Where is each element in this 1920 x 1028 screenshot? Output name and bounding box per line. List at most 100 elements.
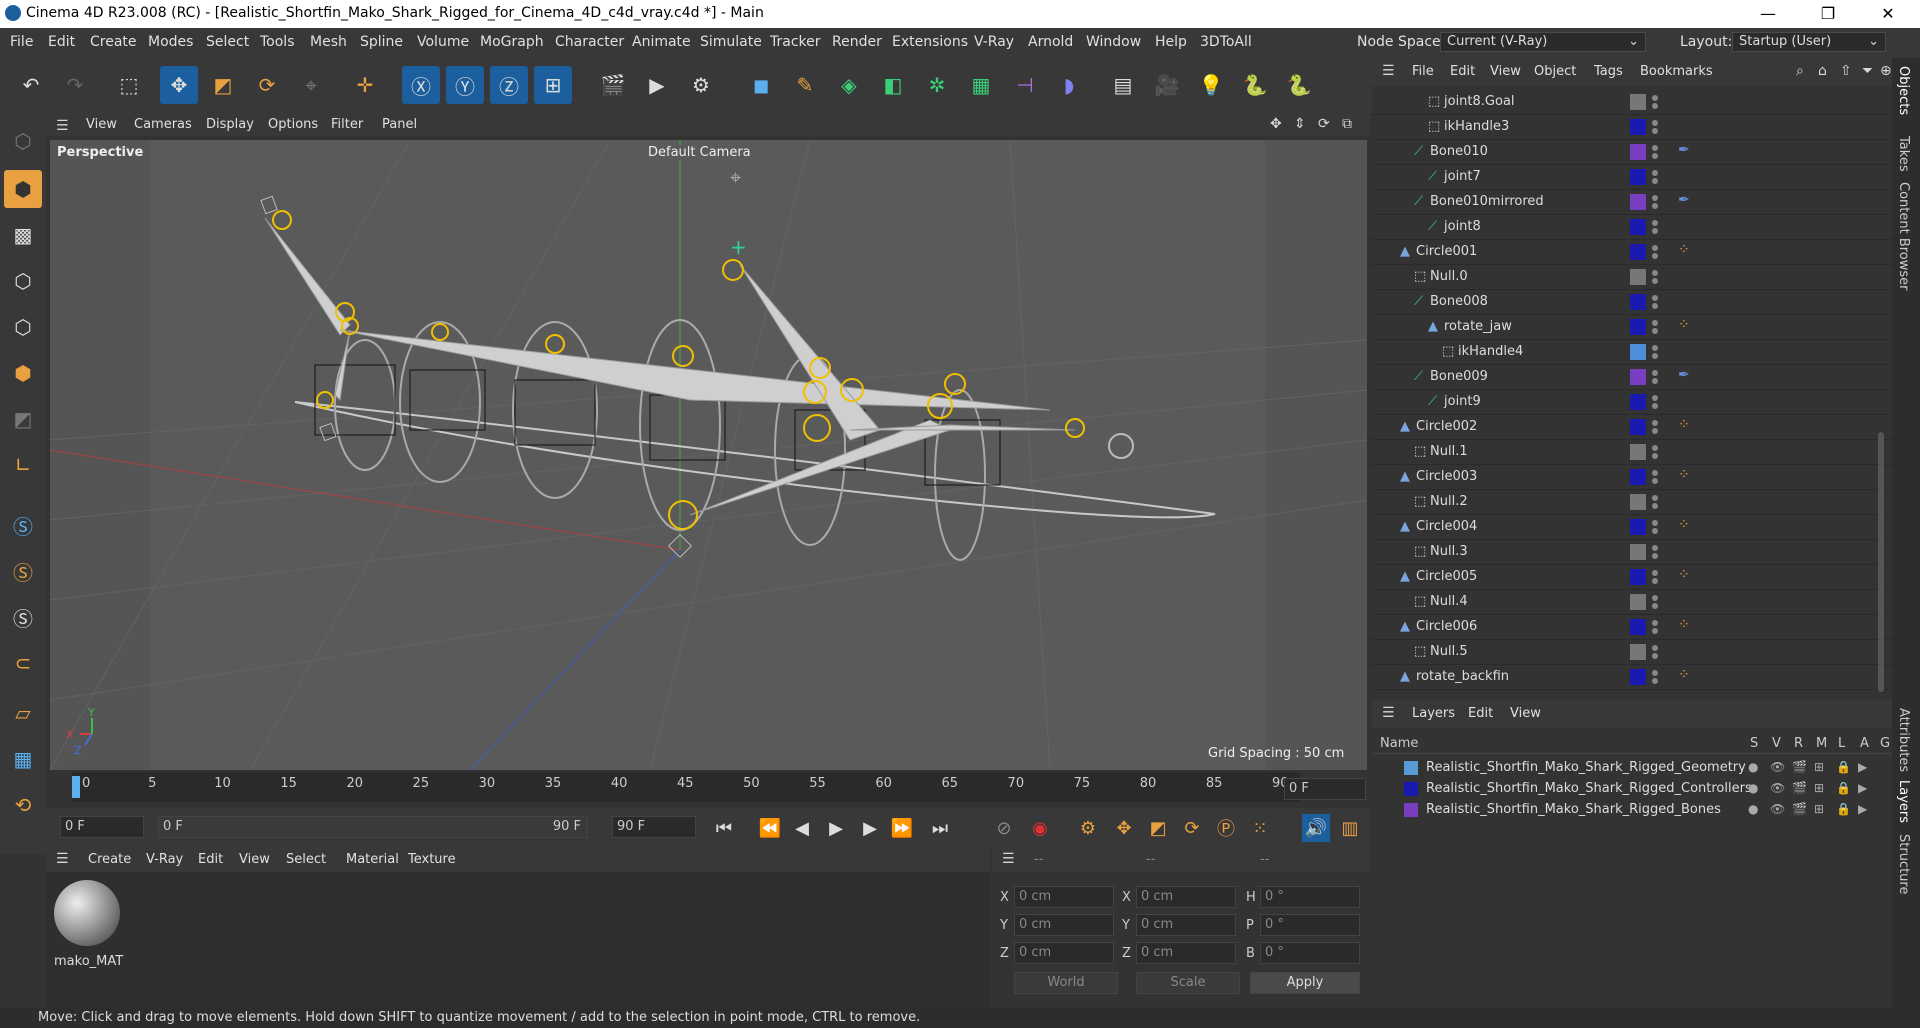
object-row[interactable]: ▲ Circle004 ⁘ [1372, 515, 1892, 540]
coordinate-system-icon[interactable]: ⊞ [534, 66, 572, 104]
object-row[interactable]: ⟋ Bone009 ✒ [1372, 365, 1892, 390]
size-y-field[interactable]: 0 cm [1136, 914, 1236, 936]
layer-render-icon[interactable]: 🎬 [1792, 760, 1807, 774]
pos-y-field[interactable]: 0 cm [1014, 914, 1114, 936]
object-row[interactable]: ⟋ Bone010mirrored ✒ [1372, 190, 1892, 215]
viewport-menu-panel[interactable]: Panel [382, 117, 417, 132]
object-row[interactable]: ⬚ ikHandle3 [1372, 115, 1892, 140]
minimize-button[interactable]: — [1745, 2, 1791, 26]
visibility-dots[interactable] [1652, 619, 1658, 635]
object-row[interactable]: ⬚ Null.5 [1372, 640, 1892, 665]
menu-simulate[interactable]: Simulate [700, 34, 762, 50]
mat-menu-select[interactable]: Select [286, 852, 326, 867]
visibility-dots[interactable] [1652, 644, 1658, 660]
key-selection-icon[interactable]: ⚙ [1074, 814, 1102, 842]
recent-tool-icon[interactable]: ⌖ [292, 66, 330, 104]
object-row[interactable]: ▲ Circle006 ⁘ [1372, 615, 1892, 640]
visibility-dots[interactable] [1652, 144, 1658, 160]
redo-icon[interactable]: ↷ [56, 66, 94, 104]
material-name[interactable]: mako_MAT [54, 954, 123, 969]
visibility-dots[interactable] [1652, 594, 1658, 610]
close-button[interactable]: ✕ [1865, 2, 1911, 26]
object-name[interactable]: rotate_backfin [1416, 669, 1509, 684]
object-row[interactable]: ⬚ Null.1 [1372, 440, 1892, 465]
menu-edit[interactable]: Edit [48, 34, 75, 50]
object-row[interactable]: ⬚ Null.4 [1372, 590, 1892, 615]
points-mode-icon[interactable]: ⬡ [4, 262, 42, 300]
object-tag-icon[interactable]: ⁘ [1678, 567, 1690, 583]
transform-tool-icon[interactable]: ✛ [346, 66, 384, 104]
menu-3dtoall[interactable]: 3DToAll [1200, 34, 1252, 50]
object-tag-icon[interactable]: ⁘ [1678, 242, 1690, 258]
object-name[interactable]: joint8 [1444, 219, 1481, 234]
floor-icon[interactable]: ▤ [1104, 66, 1142, 104]
tab-layers[interactable]: Layers [1896, 780, 1911, 823]
grid-lock-icon[interactable]: ▦ [4, 740, 42, 778]
visibility-dots[interactable] [1652, 469, 1658, 485]
size-z-field[interactable]: 0 cm [1136, 942, 1236, 964]
soft-selection-icon[interactable]: Ⓢ [4, 552, 42, 590]
layer-color-swatch[interactable] [1630, 319, 1646, 335]
extrude-icon[interactable]: ◧ [874, 66, 912, 104]
apply-button[interactable]: Apply [1250, 972, 1360, 994]
object-name[interactable]: joint8.Goal [1444, 94, 1515, 109]
layer-row[interactable]: Realistic_Shortfin_Mako_Shark_Rigged_Bon… [1372, 800, 1892, 821]
object-tag-icon[interactable]: ⁘ [1678, 517, 1690, 533]
object-tag-icon[interactable]: ✒ [1678, 192, 1690, 208]
layer-color-swatch[interactable] [1630, 644, 1646, 660]
layer-manager-icon[interactable]: ⊞ [1814, 760, 1824, 774]
layer-name[interactable]: Realistic_Shortfin_Mako_Shark_Rigged_Con… [1426, 781, 1752, 796]
object-name[interactable]: ikHandle4 [1458, 344, 1523, 359]
layer-color-swatch[interactable] [1630, 269, 1646, 285]
layer-menu-edit[interactable]: Edit [1468, 706, 1493, 721]
layer-col-render[interactable]: R [1794, 736, 1803, 751]
key-position-icon[interactable]: ✥ [1110, 814, 1138, 842]
layer-color-swatch[interactable] [1630, 194, 1646, 210]
layer-color-swatch[interactable] [1404, 803, 1418, 817]
object-tag-icon[interactable]: ⁘ [1678, 667, 1690, 683]
menu-tools[interactable]: Tools [260, 34, 295, 50]
menu-modes[interactable]: Modes [148, 34, 193, 50]
menu-select[interactable]: Select [206, 34, 249, 50]
visibility-dots[interactable] [1652, 319, 1658, 335]
layer-color-swatch[interactable] [1630, 594, 1646, 610]
mat-menu-vray[interactable]: V-Ray [146, 852, 183, 867]
zoom-view-icon[interactable]: ⇕ [1294, 116, 1306, 132]
array-icon[interactable]: ▦ [962, 66, 1000, 104]
pan-view-icon[interactable]: ✥ [1270, 116, 1282, 132]
viewport-menu-cameras[interactable]: Cameras [134, 117, 192, 132]
object-tag-icon[interactable]: ⁘ [1678, 317, 1690, 333]
snap-icon[interactable]: Ⓢ [4, 506, 42, 544]
material-thumbnail[interactable] [54, 880, 120, 946]
viewport-menu-options[interactable]: Options [268, 117, 318, 132]
object-name[interactable]: Null.5 [1430, 644, 1468, 659]
mat-menu-texture[interactable]: Texture [408, 852, 456, 867]
pen-spline-icon[interactable]: ✎ [786, 66, 824, 104]
timeline-window-icon[interactable]: ▥ [1336, 814, 1364, 842]
hamburger-icon[interactable]: ☰ [1382, 63, 1395, 79]
object-name[interactable]: Bone009 [1430, 369, 1488, 384]
visibility-dots[interactable] [1652, 519, 1658, 535]
object-row[interactable]: ▲ rotate_backfin ⁘ [1372, 665, 1892, 690]
object-row[interactable]: ▲ Circle001 ⁘ [1372, 240, 1892, 265]
layer-menu-view[interactable]: View [1510, 706, 1541, 721]
menu-tracker[interactable]: Tracker [770, 34, 821, 50]
layer-color-swatch[interactable] [1630, 419, 1646, 435]
layer-row[interactable]: Realistic_Shortfin_Mako_Shark_Rigged_Geo… [1372, 758, 1892, 779]
object-tag-icon[interactable]: ⁘ [1678, 417, 1690, 433]
node-space-dropdown[interactable]: Current (V-Ray) ⌄ [1440, 32, 1646, 52]
layer-lock-icon[interactable]: 🔒 [1836, 802, 1851, 816]
menu-animate[interactable]: Animate [632, 34, 691, 50]
hamburger-icon[interactable]: ☰ [1382, 705, 1395, 721]
menu-character[interactable]: Character [555, 34, 624, 50]
python-script-icon[interactable]: 🐍 [1280, 66, 1318, 104]
tab-objects[interactable]: Objects [1896, 66, 1911, 115]
object-tag-icon[interactable]: ⁘ [1678, 467, 1690, 483]
layer-solo-icon[interactable]: ● [1748, 760, 1758, 774]
z-axis-lock-icon[interactable]: Ⓩ [490, 66, 528, 104]
layer-color-swatch[interactable] [1404, 782, 1418, 796]
object-row[interactable]: ⬚ joint8.Goal [1372, 90, 1892, 115]
layer-render-icon[interactable]: 🎬 [1792, 802, 1807, 816]
object-name[interactable]: joint7 [1444, 169, 1481, 184]
obj-menu-view[interactable]: View [1490, 64, 1521, 79]
